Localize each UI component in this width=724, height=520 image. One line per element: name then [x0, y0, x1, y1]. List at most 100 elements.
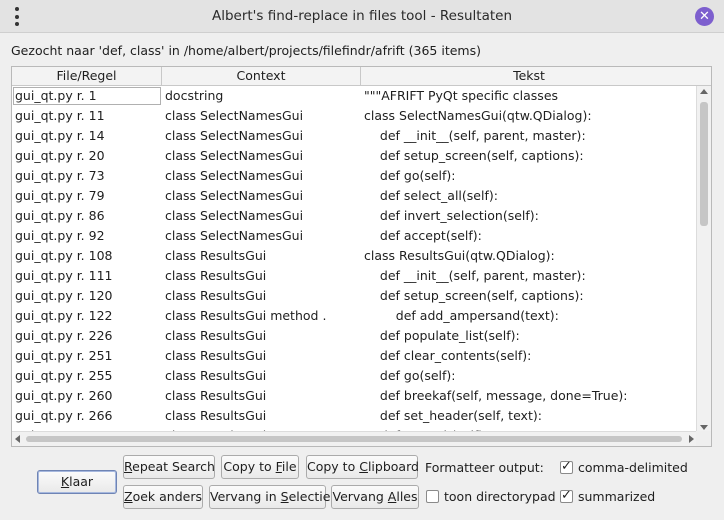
table-row[interactable]: gui_qt.py r. 11 class SelectNamesGui class…: [12, 106, 697, 126]
cell-tekst: class ResultsGui(qtw.QDialog):: [364, 248, 555, 263]
scroll-down-icon[interactable]: [700, 425, 708, 430]
copy-to-file-button[interactable]: Copy to File: [221, 455, 299, 479]
copy-to-file-label-post: ile: [281, 459, 297, 474]
table-row[interactable]: gui_qt.py r. 92 class SelectNamesGui def …: [12, 226, 697, 246]
cell-tekst: def set_header(self, text):: [364, 408, 542, 423]
cell-file-regel: gui_qt.py r. 11: [15, 108, 105, 123]
vertical-scroll-thumb[interactable]: [700, 102, 708, 226]
cell-file-regel: gui_qt.py r. 226: [15, 328, 113, 343]
table-row[interactable]: gui_qt.py r. 260 class ResultsGui def bre…: [12, 386, 697, 406]
table-row[interactable]: gui_qt.py r. 111 class ResultsGui def __i…: [12, 266, 697, 286]
column-header-file[interactable]: File/Regel: [12, 67, 162, 86]
cell-file-regel: gui_qt.py r. 108: [15, 248, 113, 263]
cell-context: class SelectNamesGui: [165, 208, 304, 223]
cell-context: class SelectNamesGui: [165, 188, 304, 203]
cell-tekst: def clear_contents(self):: [364, 348, 532, 363]
table-row[interactable]: gui_qt.py r. 79 class SelectNamesGui def …: [12, 186, 697, 206]
zoek-anders-button[interactable]: Zoek anders: [123, 485, 203, 509]
vervang-in-selectie-label-mnemonic: S: [280, 489, 289, 504]
cell-tekst: def select_all(self):: [364, 188, 498, 203]
vertical-scrollbar[interactable]: [696, 86, 711, 433]
scroll-up-icon[interactable]: [700, 89, 708, 94]
column-header-tekst[interactable]: Tekst: [361, 67, 697, 86]
table-row[interactable]: gui_qt.py r. 108 class ResultsGui class Re…: [12, 246, 697, 266]
cell-context: class ResultsGui: [165, 408, 267, 423]
cell-tekst: def accept(self):: [364, 228, 482, 243]
cell-file-regel: gui_qt.py r. 14: [15, 128, 105, 143]
cell-tekst: def __init__(self, parent, master):: [364, 128, 586, 143]
table-row[interactable]: gui_qt.py r. 120 class ResultsGui def set…: [12, 286, 697, 306]
cell-file-regel: gui_qt.py r. 255: [15, 368, 113, 383]
table-row[interactable]: gui_qt.py r. 266 class ResultsGui def set…: [12, 406, 697, 426]
vervang-in-selectie-button[interactable]: Vervang in Selectie: [209, 485, 330, 509]
cell-file-regel: gui_qt.py r. 251: [15, 348, 113, 363]
search-summary: Gezocht naar 'def, class' in /home/alber…: [11, 43, 481, 58]
cell-tekst: def populate_list(self):: [364, 328, 520, 343]
zoek-anders-label-post: oek anders: [132, 489, 202, 504]
scroll-left-icon[interactable]: [15, 435, 20, 443]
format-output-label: Formatteer output:: [425, 460, 544, 475]
cell-context: docstring: [165, 88, 224, 103]
repeat-search-button[interactable]: Repeat Search: [123, 455, 215, 479]
cell-file-regel: gui_qt.py r. 73: [15, 168, 105, 183]
cell-tekst: def go(self):: [364, 368, 456, 383]
cell-tekst: def __init__(self, parent, master):: [364, 268, 586, 283]
copy-to-clipboard-button[interactable]: Copy to Clipboard: [306, 455, 419, 479]
table-row[interactable]: gui_qt.py r. 73 class SelectNamesGui def …: [12, 166, 697, 186]
table-row[interactable]: gui_qt.py r. 1 docstring """AFRIFT PyQt sp…: [12, 86, 697, 106]
scroll-corner: [696, 431, 711, 446]
table-row[interactable]: gui_qt.py r. 122 class ResultsGui method …: [12, 306, 697, 326]
cell-context: class ResultsGui: [165, 388, 267, 403]
summarized-label[interactable]: summarized: [578, 489, 655, 504]
cell-context: class ResultsGui method ...: [165, 308, 327, 323]
comma-delimited-label[interactable]: comma-delimited: [578, 460, 688, 475]
table-row[interactable]: gui_qt.py r. 255 class ResultsGui def go(…: [12, 366, 697, 386]
close-icon[interactable]: ✕: [695, 7, 714, 26]
cell-tekst: def go(self):: [364, 168, 456, 183]
scroll-right-icon[interactable]: [689, 435, 694, 443]
cell-context: class ResultsGui: [165, 248, 267, 263]
column-header-context[interactable]: Context: [162, 67, 361, 86]
table-row[interactable]: gui_qt.py r. 226 class ResultsGui def pop…: [12, 326, 697, 346]
cell-file-regel: gui_qt.py r. 79: [15, 188, 105, 203]
table-row[interactable]: gui_qt.py r. 20 class SelectNamesGui def …: [12, 146, 697, 166]
cell-tekst: class SelectNamesGui(qtw.QDialog):: [364, 108, 592, 123]
cell-context: class ResultsGui: [165, 368, 267, 383]
klaar-label-mnemonic: K: [60, 474, 70, 489]
cell-context: class SelectNamesGui: [165, 128, 304, 143]
copy-to-clipboard-label-mnemonic: C: [359, 459, 368, 474]
klaar-button[interactable]: Klaar: [37, 470, 117, 494]
cell-tekst: def add_ampersand(text):: [364, 308, 559, 323]
comma-delimited-checkbox[interactable]: [560, 459, 573, 474]
cell-file-regel: gui_qt.py r. 260: [15, 388, 113, 403]
cell-file-regel: gui_qt.py r. 1: [15, 88, 97, 103]
cell-context: class SelectNamesGui: [165, 148, 304, 163]
table-row[interactable]: gui_qt.py r. 251 class ResultsGui def cle…: [12, 346, 697, 366]
table-row[interactable]: gui_qt.py r. 86 class SelectNamesGui def …: [12, 206, 697, 226]
results-table[interactable]: File/Regel Context Tekst gui_qt.py r. 1 d…: [11, 66, 712, 447]
cell-tekst: def setup_screen(self, captions):: [364, 148, 584, 163]
summarized-checkbox[interactable]: [560, 488, 573, 503]
repeat-search-label-mnemonic: R: [124, 459, 133, 474]
horizontal-scroll-thumb[interactable]: [26, 436, 682, 442]
table-body: gui_qt.py r. 1 docstring """AFRIFT PyQt sp…: [12, 86, 697, 433]
cell-context: class ResultsGui: [165, 348, 267, 363]
repeat-search-label-post: epeat Search: [132, 459, 215, 474]
cell-context: class SelectNamesGui: [165, 108, 304, 123]
cell-file-regel: gui_qt.py r. 122: [15, 308, 113, 323]
copy-to-clipboard-label-post: lipboard: [367, 459, 419, 474]
copy-to-clipboard-label-pre: Copy to: [307, 459, 360, 474]
cell-tekst: """AFRIFT PyQt specific classes: [364, 88, 559, 103]
cell-file-regel: gui_qt.py r. 120: [15, 288, 113, 303]
toon-directorypad-checkbox[interactable]: [426, 490, 439, 503]
cell-file-regel: gui_qt.py r. 111: [15, 268, 113, 283]
table-row[interactable]: gui_qt.py r. 14 class SelectNamesGui def …: [12, 126, 697, 146]
toon-directorypad-label[interactable]: toon directorypad: [444, 489, 556, 504]
cell-tekst: def breekaf(self, message, done=True):: [364, 388, 628, 403]
horizontal-scrollbar[interactable]: [12, 431, 697, 446]
window-title: Albert's find-replace in files tool - Re…: [211, 8, 513, 24]
zoek-anders-label-mnemonic: Z: [124, 489, 133, 504]
cell-file-regel: gui_qt.py r. 92: [15, 228, 105, 243]
vervang-alles-button[interactable]: Vervang Alles: [331, 485, 419, 509]
cell-tekst: def invert_selection(self):: [364, 208, 539, 223]
